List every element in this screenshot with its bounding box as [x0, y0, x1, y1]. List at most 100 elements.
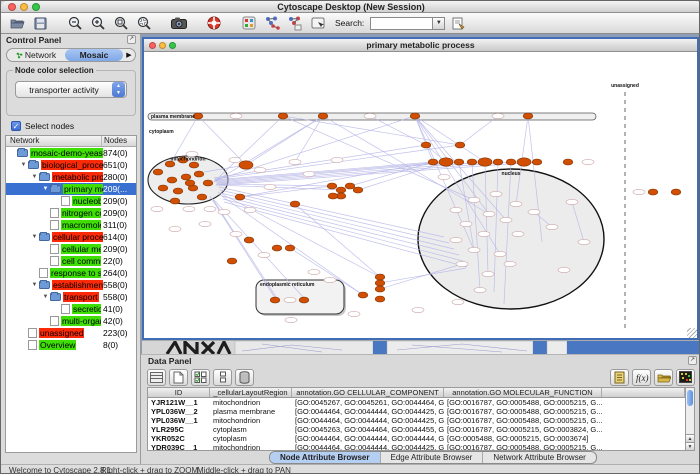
session-note-icon[interactable]	[448, 15, 468, 32]
white-node[interactable]	[244, 207, 256, 212]
tree-row[interactable]: multi-organism pro42(0)	[6, 315, 136, 327]
orange-node[interactable]	[278, 113, 288, 119]
orange-node[interactable]	[671, 189, 681, 195]
table-scrollbar-thumb[interactable]	[687, 390, 693, 406]
orange-node[interactable]	[563, 159, 573, 165]
orange-node[interactable]	[318, 113, 328, 119]
orange-node[interactable]	[181, 174, 191, 180]
white-node[interactable]	[582, 159, 594, 164]
orange-node[interactable]	[227, 258, 237, 264]
new-attribute-icon[interactable]	[169, 369, 188, 386]
select-attributes-icon[interactable]	[147, 369, 166, 386]
white-node[interactable]	[303, 171, 315, 176]
tree-row[interactable]: ▼cellular process614(0)	[6, 231, 136, 243]
white-node[interactable]	[478, 231, 490, 236]
tree-header-network[interactable]: Network	[6, 136, 102, 146]
tab-network-attribute-browser[interactable]: Network Attribute Browser	[483, 452, 595, 463]
orange-node[interactable]	[532, 159, 542, 165]
orange-node[interactable]	[375, 296, 385, 302]
tree-row[interactable]: ▼metabolic process280(0)	[6, 171, 136, 183]
orange-node[interactable]	[290, 201, 300, 207]
tab-network[interactable]: Network	[7, 49, 65, 61]
table-scrollbar[interactable]: ▲ ▼	[685, 387, 695, 451]
white-node[interactable]	[324, 277, 336, 282]
white-node[interactable]	[204, 206, 216, 211]
white-node[interactable]	[460, 221, 472, 226]
white-node[interactable]	[510, 201, 522, 206]
orange-node[interactable]	[467, 159, 477, 165]
orange-node[interactable]	[358, 292, 368, 298]
tree-row[interactable]: Overview8(0)	[6, 339, 136, 351]
orange-node[interactable]	[421, 142, 431, 148]
column-header[interactable]: annotation.GO MOLECULAR_FUNCTION	[444, 388, 602, 397]
expander-icon[interactable]: ▼	[30, 231, 39, 243]
tree-row[interactable]: ▼biological_process651(0)	[6, 159, 136, 171]
white-node[interactable]	[331, 157, 343, 162]
white-node[interactable]	[450, 207, 462, 212]
zoom-fit-icon[interactable]	[111, 15, 131, 32]
tree-row[interactable]: cell communicat22(0)	[6, 255, 136, 267]
tree-row[interactable]: nitrogen compo209(0)	[6, 207, 136, 219]
white-node[interactable]	[450, 237, 462, 242]
network-overlay-a-icon[interactable]	[262, 15, 282, 32]
orange-node[interactable]	[439, 158, 453, 166]
network-overlay-b-icon[interactable]	[285, 15, 305, 32]
tree-row[interactable]: cellular metabol209(0)	[6, 243, 136, 255]
orange-node[interactable]	[410, 113, 420, 119]
orange-node[interactable]	[167, 177, 177, 183]
white-node[interactable]	[218, 209, 230, 214]
white-node[interactable]	[490, 191, 502, 196]
white-node[interactable]	[438, 174, 450, 179]
tree-header-nodes[interactable]: Nodes	[102, 136, 136, 146]
orange-node[interactable]	[428, 159, 438, 165]
white-node[interactable]	[229, 157, 241, 162]
scroll-up-icon[interactable]: ▲	[686, 434, 694, 442]
orange-node[interactable]	[454, 159, 464, 165]
orange-node[interactable]	[185, 180, 195, 186]
white-node[interactable]	[500, 217, 512, 222]
white-node[interactable]	[348, 311, 360, 316]
float-data-panel-icon[interactable]: ↗	[688, 356, 697, 365]
table-row[interactable]: YPL036W__1mitochondrion[GO:0044464, GO:0…	[148, 416, 685, 425]
column-header[interactable]: ID	[148, 388, 210, 397]
column-header[interactable]: _cellularLayoutRegion	[210, 388, 292, 397]
white-node[interactable]	[468, 247, 480, 252]
table-row[interactable]: YPL036W__2plasma membrane[GO:0044464, GO…	[148, 407, 685, 416]
white-node[interactable]	[452, 299, 464, 304]
orange-node[interactable]	[270, 297, 280, 303]
zoom-out-icon[interactable]	[65, 15, 85, 32]
white-node[interactable]	[456, 261, 468, 266]
tab-overflow-arrow-icon[interactable]: ▶	[123, 51, 135, 59]
background-window-sliver[interactable]	[142, 340, 700, 354]
expander-icon[interactable]: ▼	[41, 291, 50, 303]
orange-node[interactable]	[523, 113, 533, 119]
zoom-in-icon[interactable]	[88, 15, 108, 32]
table-row[interactable]: YKR052Ccytoplasm[GO:0044464, GO:0044444,…	[148, 434, 685, 443]
orange-node[interactable]	[345, 183, 355, 189]
white-node[interactable]	[264, 184, 276, 189]
orange-node[interactable]	[375, 286, 385, 292]
scroll-down-icon[interactable]: ▼	[686, 442, 694, 450]
white-node[interactable]	[151, 206, 163, 211]
white-node[interactable]	[528, 209, 540, 214]
annotation-icon[interactable]	[308, 15, 328, 32]
orange-node[interactable]	[170, 198, 180, 204]
orange-node[interactable]	[328, 193, 338, 199]
import-attributes-icon[interactable]	[654, 369, 673, 386]
float-panel-icon[interactable]: ↗	[127, 35, 136, 44]
unified-view-icon[interactable]	[213, 369, 232, 386]
tab-node-attribute-browser[interactable]: Node Attribute Browser	[270, 452, 381, 463]
compartment-nucleus[interactable]	[418, 169, 604, 309]
orange-node[interactable]	[455, 142, 465, 148]
white-node[interactable]	[289, 159, 301, 164]
white-node[interactable]	[504, 261, 516, 266]
orange-node[interactable]	[194, 171, 204, 177]
orange-node[interactable]	[197, 194, 207, 200]
matrix-icon[interactable]	[676, 369, 695, 386]
attribute-batch-icon[interactable]	[610, 369, 629, 386]
search-dropdown-arrow-icon[interactable]: ▼	[432, 17, 445, 30]
orange-node[interactable]	[327, 183, 337, 189]
tab-edge-attribute-browser[interactable]: Edge Attribute Browser	[381, 452, 484, 463]
orange-node[interactable]	[517, 158, 531, 166]
help-icon[interactable]	[204, 15, 224, 32]
